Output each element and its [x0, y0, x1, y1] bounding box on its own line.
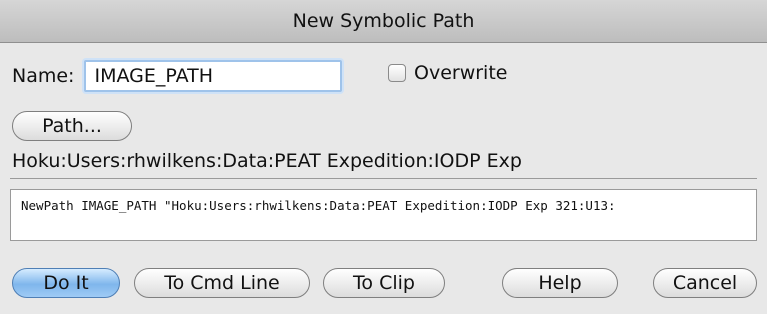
do-it-button[interactable]: Do It	[12, 268, 120, 298]
separator	[10, 178, 757, 179]
selected-path-text: Hoku:Users:rhwilkens:Data:PEAT Expeditio…	[12, 150, 522, 172]
overwrite-checkbox[interactable]	[388, 64, 406, 82]
command-text: NewPath IMAGE_PATH "Hoku:Users:rhwilkens…	[21, 198, 616, 213]
to-cmd-line-button[interactable]: To Cmd Line	[134, 268, 310, 298]
overwrite-checkbox-group[interactable]: Overwrite	[388, 62, 507, 84]
window-titlebar: New Symbolic Path	[0, 0, 767, 43]
window-title: New Symbolic Path	[292, 10, 475, 32]
name-label: Name:	[12, 65, 75, 87]
path-button[interactable]: Path...	[12, 111, 132, 141]
cancel-label: Cancel	[672, 272, 738, 294]
path-button-label: Path...	[42, 115, 102, 137]
name-row: Name:	[12, 58, 343, 94]
overwrite-label: Overwrite	[414, 62, 508, 84]
command-preview[interactable]: NewPath IMAGE_PATH "Hoku:Users:rhwilkens…	[10, 189, 757, 241]
help-button[interactable]: Help	[502, 268, 618, 298]
name-input[interactable]	[84, 60, 343, 92]
to-clip-button[interactable]: To Clip	[323, 268, 445, 298]
help-label: Help	[538, 272, 582, 294]
to-clip-label: To Clip	[353, 272, 415, 294]
to-cmd-line-label: To Cmd Line	[164, 272, 280, 294]
do-it-label: Do It	[43, 272, 89, 294]
cancel-button[interactable]: Cancel	[653, 268, 757, 298]
